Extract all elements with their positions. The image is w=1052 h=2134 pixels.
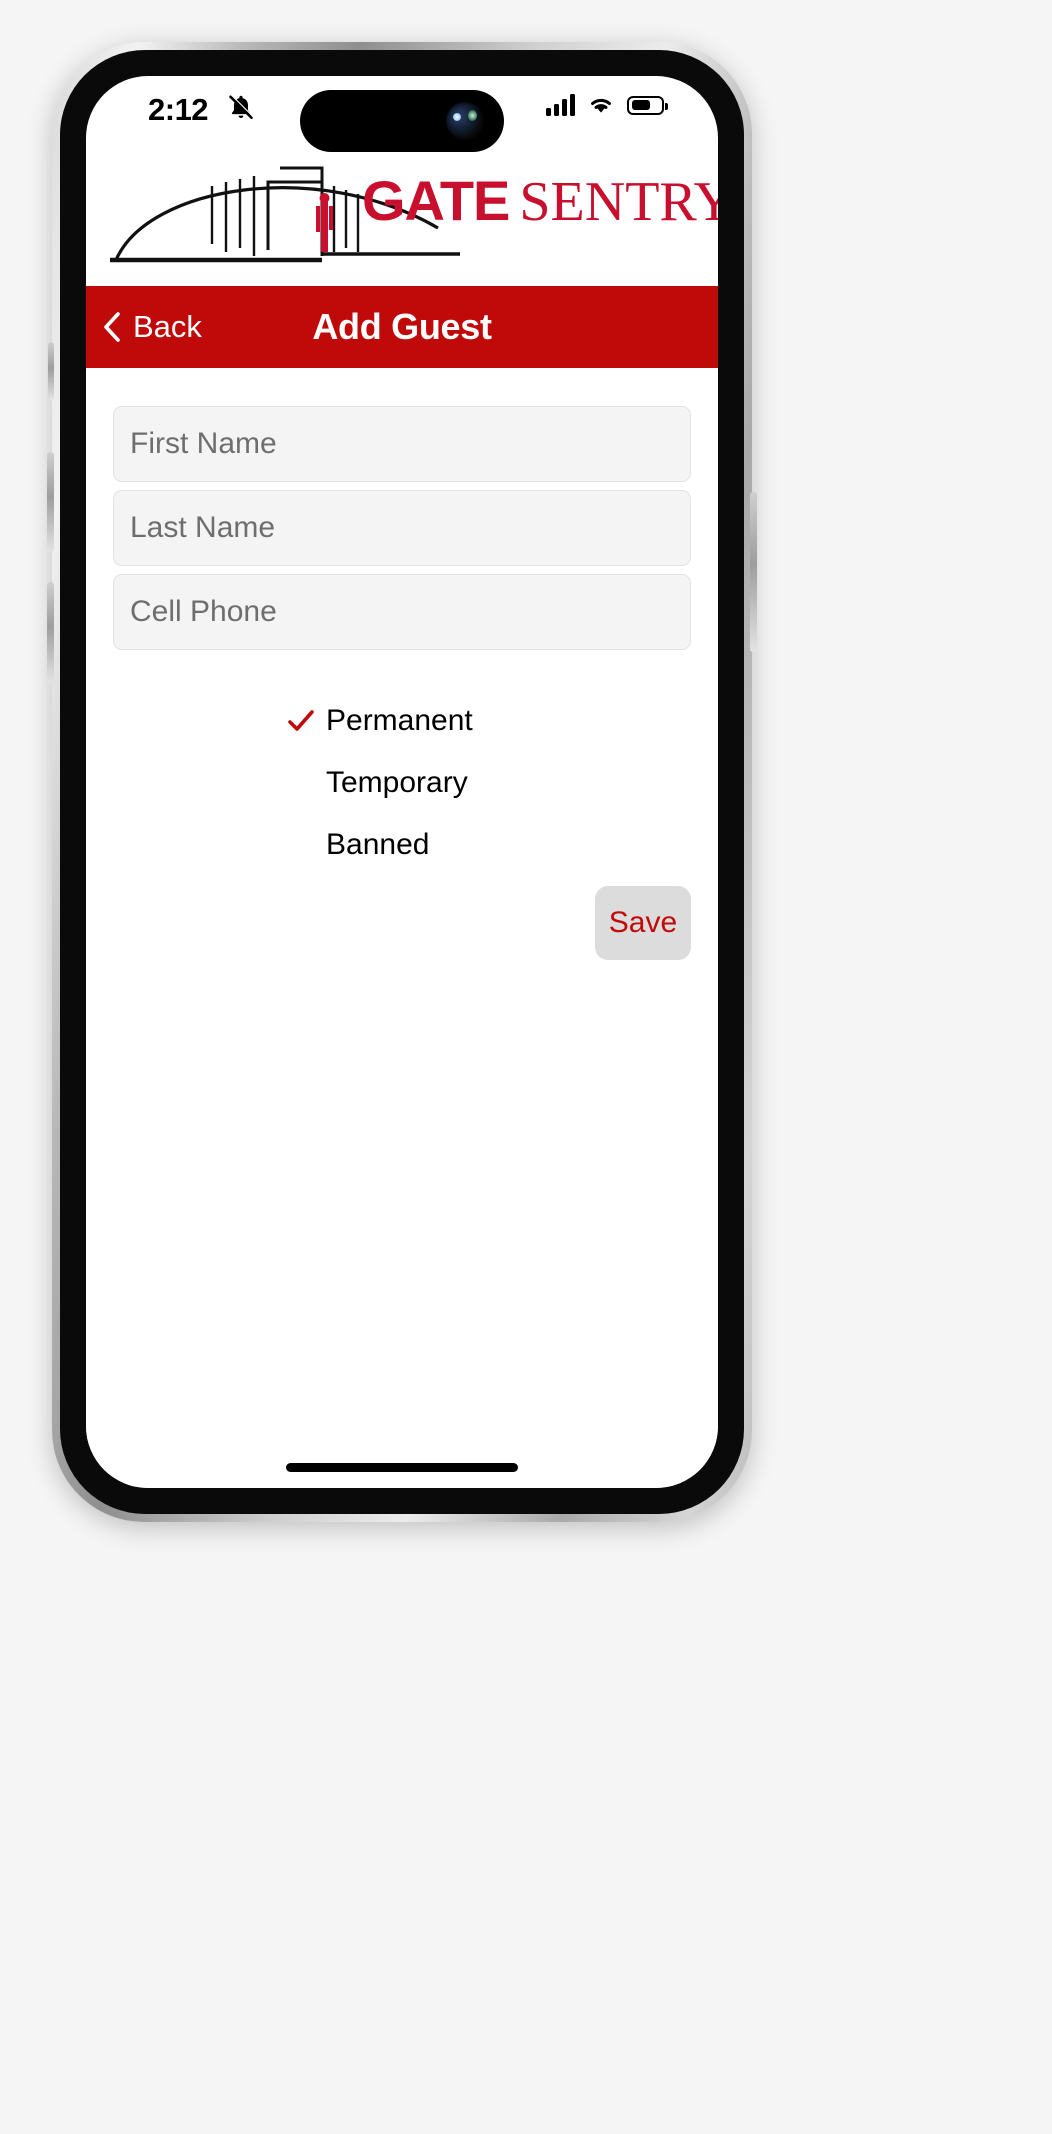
navigation-bar: Back Add Guest — [86, 286, 718, 368]
phone-screen: 2:12 GATE SENTRY Back Add Guest First Na… — [86, 76, 718, 1488]
save-button-label: Save — [608, 906, 678, 939]
logo-wordmark: GATE SENTRY — [362, 168, 718, 234]
option-permanent-label: Permanent — [326, 704, 473, 737]
option-temporary-label: Temporary — [326, 766, 468, 799]
add-guest-form: First Name Last Name Cell Phone Permanen… — [86, 368, 718, 1488]
chevron-left-icon — [104, 312, 120, 342]
status-time: 2:12 — [148, 92, 209, 127]
back-label: Back — [133, 309, 202, 344]
cell-phone-placeholder: Cell Phone — [130, 595, 277, 628]
checkmark-icon — [288, 710, 314, 731]
silent-switch[interactable] — [48, 342, 54, 400]
volume-down-button[interactable] — [47, 582, 54, 682]
first-name-input[interactable]: First Name — [113, 406, 691, 482]
wifi-icon — [591, 98, 611, 113]
home-indicator[interactable] — [286, 1463, 518, 1472]
option-banned[interactable]: Banned — [86, 814, 718, 876]
phone-bezel: 2:12 GATE SENTRY Back Add Guest First Na… — [60, 50, 744, 1514]
access-type-options: Permanent Temporary Banned — [86, 690, 718, 876]
battery-icon — [627, 95, 668, 115]
option-temporary[interactable]: Temporary — [86, 752, 718, 814]
power-button[interactable] — [750, 492, 757, 652]
status-icons-group — [546, 94, 668, 116]
dynamic-island — [300, 90, 504, 152]
option-permanent[interactable]: Permanent — [86, 690, 718, 752]
volume-up-button[interactable] — [47, 452, 54, 552]
back-button[interactable]: Back — [102, 309, 202, 345]
bell-muted-icon — [229, 94, 254, 120]
logo-word-sentry: SENTRY — [519, 171, 718, 233]
logo-word-gate: GATE — [362, 169, 510, 232]
last-name-input[interactable]: Last Name — [113, 490, 691, 566]
cellular-signal-icon — [546, 94, 575, 116]
last-name-placeholder: Last Name — [130, 511, 276, 544]
front-camera-icon — [446, 102, 484, 140]
app-logo-header: GATE SENTRY — [86, 152, 718, 286]
first-name-placeholder: First Name — [130, 427, 277, 460]
phone-device-frame: 2:12 GATE SENTRY Back Add Guest First Na… — [47, 42, 757, 1522]
option-banned-label: Banned — [326, 828, 430, 861]
cell-phone-input[interactable]: Cell Phone — [113, 574, 691, 650]
save-button[interactable]: Save — [595, 886, 691, 960]
